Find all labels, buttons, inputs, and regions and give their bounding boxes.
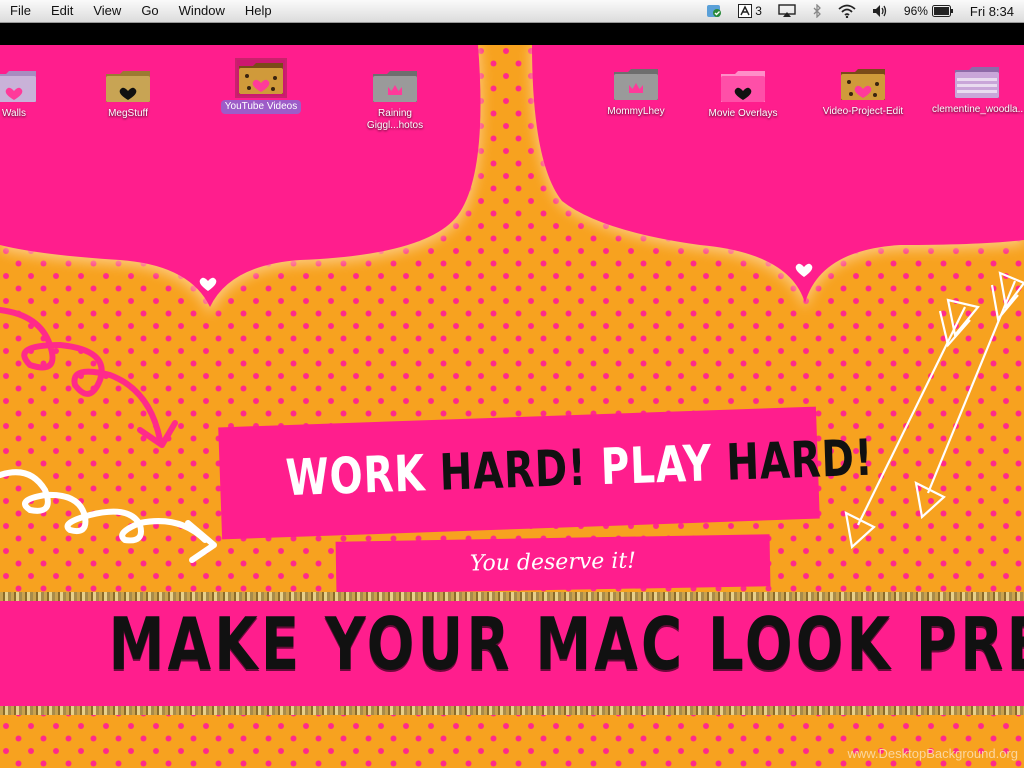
bluetooth-icon[interactable] <box>804 0 830 22</box>
bottom-banner-text: MAKE YOUR MAC LOOK PRETTY!!! <box>108 602 1024 686</box>
desktop-folder[interactable]: Video-Project-Edit <box>818 66 908 118</box>
folder-label: clementine_woodla...psters <box>932 104 1024 115</box>
menu-help[interactable]: Help <box>235 0 282 22</box>
top-letterbox-bar <box>0 23 1024 45</box>
folder-label: Raining Giggl...hotos <box>366 108 424 131</box>
headline-play: PLAY <box>599 434 714 497</box>
subline-text: You deserve it! <box>469 548 637 577</box>
menu-window[interactable]: Window <box>169 0 235 22</box>
folder-label: Walls <box>1 108 27 119</box>
folder-icon <box>953 64 1001 100</box>
menu-file[interactable]: File <box>0 0 41 22</box>
glitter-stripe-bottom <box>0 706 1024 715</box>
headline-work: WORK <box>284 444 427 508</box>
headline: WORK HARD! PLAY HARD! <box>284 429 874 508</box>
folder-icon <box>839 66 887 102</box>
glitter-stripe-top <box>0 592 1024 601</box>
menu-view[interactable]: View <box>83 0 131 22</box>
menu-go[interactable]: Go <box>131 0 168 22</box>
battery-percent: 96% <box>903 4 928 18</box>
desktop-folder[interactable]: Movie Overlays <box>698 68 788 120</box>
desktop-folder[interactable]: Walls <box>0 68 59 120</box>
folder-label: MommyLhey <box>607 106 665 117</box>
folder-icon <box>719 68 767 104</box>
menu-edit[interactable]: Edit <box>41 0 83 22</box>
clock[interactable]: Fri 8:34 <box>962 0 1024 22</box>
desktop-wallpaper: WORK HARD! PLAY HARD! You deserve it! MA… <box>0 45 1024 768</box>
status-area: 3 96% Fri 8:34 <box>698 0 1024 22</box>
desktop-folder[interactable]: YouTube Videos <box>216 58 306 114</box>
battery-status[interactable]: 96% <box>896 0 962 22</box>
folder-label: YouTube Videos <box>220 100 302 114</box>
folder-icon <box>612 66 660 102</box>
folder-label: Movie Overlays <box>708 108 778 119</box>
desktop-folder[interactable]: Raining Giggl...hotos <box>350 68 440 132</box>
folder-icon <box>235 58 287 98</box>
folder-label: Video-Project-Edit <box>822 106 904 117</box>
headline-hard-2: HARD! <box>725 428 875 492</box>
headline-hard-1: HARD! <box>438 438 588 502</box>
adobe-notifications-icon[interactable]: 3 <box>730 0 770 22</box>
wifi-icon[interactable] <box>830 0 864 22</box>
notification-count: 3 <box>755 4 762 18</box>
volume-icon[interactable] <box>864 0 896 22</box>
subline-banner: You deserve it! <box>335 534 771 594</box>
folder-icon <box>104 68 152 104</box>
menu-bar: File Edit View Go Window Help 3 96% Fri … <box>0 0 1024 23</box>
desktop-folder[interactable]: MegStuff <box>83 68 173 120</box>
folder-icon <box>371 68 419 104</box>
work-hard-banner: WORK HARD! PLAY HARD! <box>218 406 874 540</box>
desktop-folder[interactable]: MommyLhey <box>591 66 681 118</box>
desktop-folder[interactable]: clementine_woodla...psters <box>932 64 1024 116</box>
folder-label: MegStuff <box>108 108 148 119</box>
bottom-banner: MAKE YOUR MAC LOOK PRETTY!!! <box>0 592 1024 715</box>
battery-icon <box>931 5 953 17</box>
airplay-icon[interactable] <box>770 0 804 22</box>
folder-icon <box>0 68 38 104</box>
watermark: www.DesktopBackground.org <box>847 746 1018 761</box>
sync-status-icon[interactable] <box>698 0 730 22</box>
